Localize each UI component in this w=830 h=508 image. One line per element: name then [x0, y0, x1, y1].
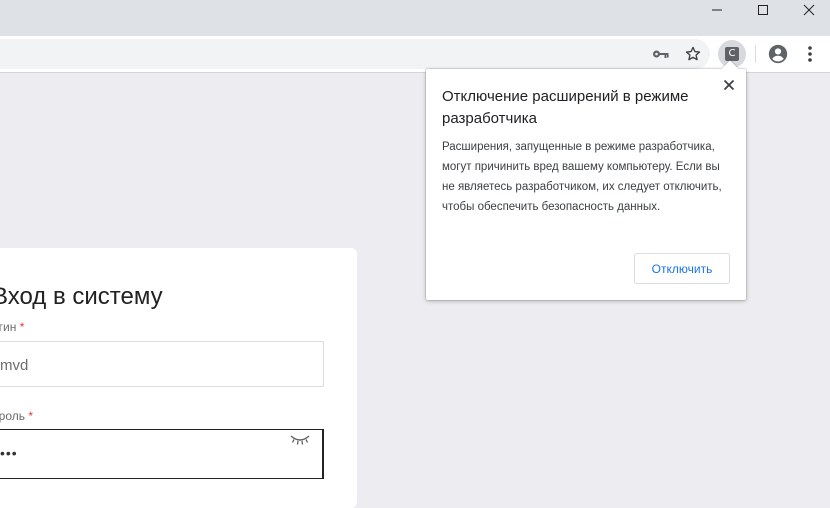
login-input-value: mvd: [0, 357, 29, 374]
login-title: Вход в систему: [0, 283, 163, 310]
title-bar: [0, 0, 830, 36]
kebab-menu-icon[interactable]: [800, 42, 820, 66]
browser-toolbar: [0, 36, 830, 73]
password-input[interactable]: [0, 429, 324, 479]
password-input-value: •••: [0, 445, 18, 461]
address-bar[interactable]: [0, 39, 710, 69]
popup-close-button[interactable]: [720, 76, 738, 94]
password-label: ароль *: [0, 409, 33, 423]
login-input[interactable]: [0, 341, 324, 387]
account-icon[interactable]: [765, 41, 791, 67]
minimize-button[interactable]: [694, 0, 740, 20]
login-label: огин *: [0, 320, 24, 334]
star-icon[interactable]: [681, 42, 705, 66]
maximize-button[interactable]: [740, 0, 786, 20]
maximize-icon: [758, 5, 768, 15]
popup-body-text: Расширения, запущенные в режиме разработ…: [442, 141, 722, 213]
close-icon: [723, 79, 735, 91]
password-label-text: ароль: [0, 409, 26, 423]
eye-closed-icon[interactable]: [288, 432, 312, 448]
close-icon: [803, 4, 815, 16]
required-mark: *: [19, 320, 25, 334]
toolbar-separator: [755, 45, 756, 63]
minimize-icon: [712, 9, 722, 11]
popup-title: Отключение расширений в режиме разработч…: [442, 88, 689, 127]
required-mark: *: [28, 409, 34, 423]
login-label-text: огин: [0, 320, 17, 334]
disable-extensions-button[interactable]: Отключить: [634, 253, 730, 284]
close-window-button[interactable]: [786, 0, 830, 20]
key-icon[interactable]: [649, 44, 673, 64]
extension-badge: C: [725, 47, 739, 61]
